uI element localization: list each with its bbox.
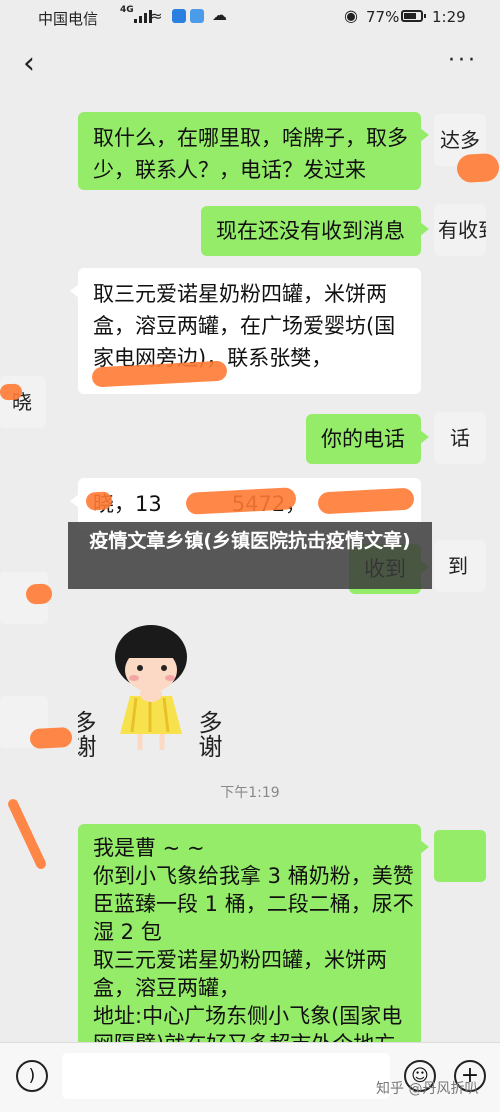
message-line: 少，联系人？，电话？发过来 [93, 158, 366, 182]
my-avatar[interactable]: 有收到 [434, 204, 486, 256]
avatar-handwriting: 话 [450, 426, 470, 450]
message-bubble-sent[interactable]: 现在还没有收到消息 [201, 206, 429, 256]
redaction-smudge [29, 726, 73, 750]
status-clock: 1:29 [432, 8, 466, 26]
message-timestamp: 下午1:19 [220, 785, 280, 801]
avatar-handwriting: 达多 [440, 128, 480, 152]
app-notification-icon [172, 9, 186, 23]
message-line: 取三元爱诺星奶粉四罐，米饼两 [93, 948, 387, 972]
message-line: 我是曹 ~ ~ [93, 836, 205, 860]
my-avatar[interactable]: 到 [434, 540, 486, 592]
message-line: 盒，溶豆两罐， [93, 976, 240, 1000]
message-line: 湿 2 包 [93, 920, 162, 944]
chat-header: ‹ ··· [0, 34, 500, 94]
redaction-smudge [0, 383, 23, 401]
redaction-smudge [25, 583, 53, 605]
chevron-left-icon[interactable]: ‹ [14, 49, 44, 80]
avatar-handwriting: 到 [448, 554, 468, 578]
battery-percent: 77% [366, 8, 400, 26]
message-line: 现在还没有收到消息 [216, 219, 405, 243]
redaction-smudge [85, 491, 113, 511]
watermark: 知乎 @丹风折叭 [376, 1081, 479, 1097]
voice-icon[interactable]: ) [16, 1060, 48, 1092]
message-bubble-sent[interactable]: 取什么，在哪里取，啥牌子，取多 少，联系人？，电话？发过来 [78, 112, 429, 190]
article-caption: 疫情文章乡镇(乡镇医院抗击疫情文章) [68, 522, 432, 589]
message-bubble-sent[interactable]: 你的电话 [306, 414, 429, 464]
redaction-smudge [456, 152, 500, 184]
more-dots-icon[interactable]: ··· [448, 48, 478, 73]
message-input[interactable] [62, 1053, 390, 1099]
redaction-smudge [6, 797, 48, 871]
my-avatar[interactable]: 话 [434, 412, 486, 464]
message-line: 地址:中心广场东侧小飞象(国家电 [93, 1004, 403, 1028]
app-notification-icon [190, 9, 204, 23]
message-line: 盒，溶豆两罐，在广场爱婴坊(国 [93, 314, 396, 338]
wifi-icon: ≈ [150, 7, 163, 25]
carrier-label: 中国电信 [38, 10, 99, 28]
message-line: 你到小飞象给我拿 3 桶奶粉，美赞 [93, 864, 414, 888]
message-line: 网隔壁)就在好又多超市外个地方 [93, 1030, 406, 1042]
message-bubble-sent[interactable]: 我是曹 ~ ~ 你到小飞象给我拿 3 桶奶粉，美赞 臣蓝臻一段 1 桶，二段二桶… [78, 824, 429, 1042]
message-line: 取三元爱诺星奶粉四罐，米饼两 [93, 282, 387, 306]
avatar-handwriting: 有收到 [438, 218, 486, 242]
sticker-text-right: 多谢 [194, 710, 222, 757]
message-line: 你的电话 [321, 427, 405, 451]
message-line: 臣蓝臻一段 1 桶，二段二桶，尿不 [93, 892, 414, 916]
battery-icon [401, 10, 426, 22]
sticker-text-left: 多谢 [78, 710, 96, 757]
status-bar: 中国电信 4G ≈ ☁ ◉ 77% 1:29 [0, 0, 500, 34]
my-avatar[interactable] [434, 830, 486, 882]
cloud-icon: ☁ [212, 6, 227, 24]
message-line: 取什么，在哪里取，啥牌子，取多 [93, 126, 408, 150]
eye-comfort-icon: ◉ [344, 6, 358, 25]
thank-you-sticker[interactable]: 多谢 多谢 [78, 612, 228, 757]
network-type: 4G [120, 5, 134, 15]
message-fragment [0, 94, 500, 100]
message-input-bar: ) ☺ + [0, 1042, 500, 1112]
